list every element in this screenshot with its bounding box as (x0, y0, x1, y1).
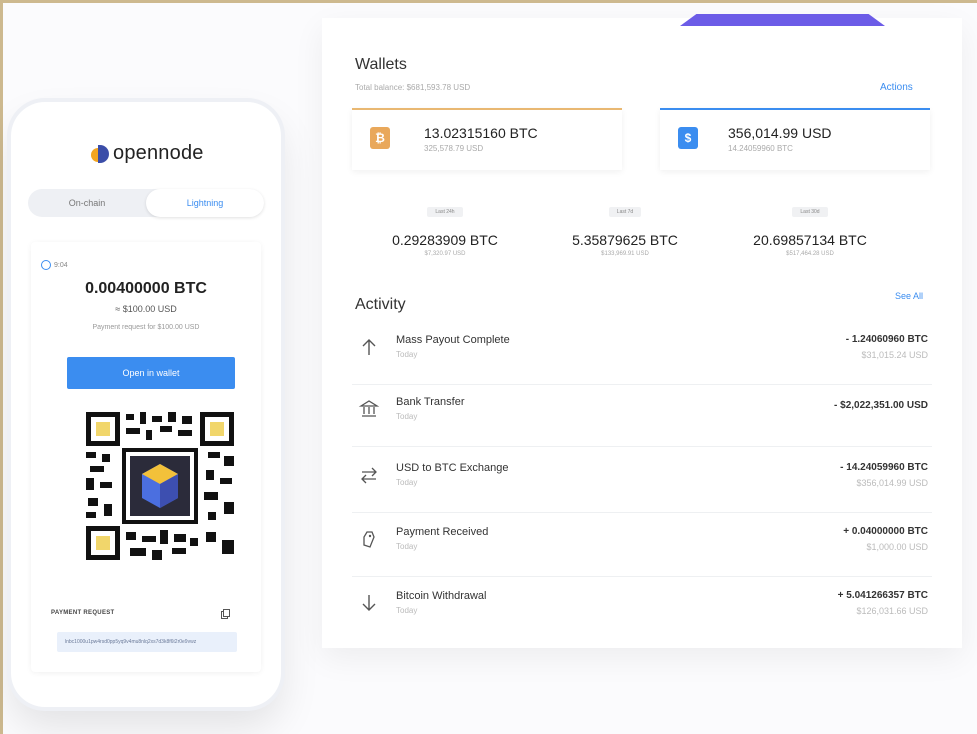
open-in-wallet-button[interactable]: Open in wallet (67, 357, 235, 389)
activity-date: Today (396, 350, 418, 359)
activity-row[interactable]: Mass Payout Complete Today - 1.24060960 … (352, 322, 932, 385)
tab-on-chain[interactable]: On-chain (28, 189, 146, 217)
activity-name: Mass Payout Complete (396, 334, 510, 346)
network-toggle: On-chain Lightning (28, 189, 264, 217)
activity-name: USD to BTC Exchange (396, 462, 509, 474)
stat-value: 20.69857134 BTC (753, 232, 867, 248)
payment-card: 9:04 0.00400000 BTC ≈ $100.00 USD Paymen… (31, 242, 261, 672)
total-balance: Total balance: $681,593.78 USD (355, 83, 471, 92)
activity-title: Activity (355, 296, 406, 313)
bitcoin-icon: ₿ (370, 127, 390, 149)
wallet-sub: 14.24059960 BTC (728, 144, 793, 153)
timer-value: 9:04 (54, 261, 68, 269)
phone-mockup: opennode On-chain Lightning 9:04 0.00400… (11, 102, 281, 707)
exchange-icon (361, 467, 377, 484)
copy-icon[interactable] (221, 609, 230, 619)
stat-sub: $517,464.28 USD (786, 251, 834, 257)
bank-icon (358, 400, 380, 417)
wallet-amount: 13.02315160 BTC (424, 125, 538, 141)
decorative-banner (680, 14, 885, 26)
opennode-logo-icon (91, 144, 109, 163)
wallet-card-usd[interactable]: $ 356,014.99 USD 14.24059960 BTC (660, 108, 930, 170)
activity-row[interactable]: Payment Received Today + 0.04000000 BTC … (352, 514, 932, 577)
stat-period[interactable]: Last 30d (792, 207, 828, 217)
stat-24h: Last 24h 0.29283909 BTC $7,320.97 USD (365, 200, 525, 257)
clock-icon (41, 260, 51, 270)
payment-request-label: PAYMENT REQUEST (51, 610, 115, 616)
stat-period[interactable]: Last 24h (427, 207, 463, 217)
activity-sub: $126,031.66 USD (856, 606, 928, 616)
stat-30d: Last 30d 20.69857134 BTC $517,464.28 USD (730, 200, 890, 257)
tab-lightning[interactable]: Lightning (146, 189, 264, 217)
payment-usd: ≈ $100.00 USD (115, 304, 177, 314)
activity-date: Today (396, 606, 418, 615)
activity-amount: + 5.041266357 BTC (837, 590, 928, 601)
stat-value: 0.29283909 BTC (392, 232, 498, 248)
expiry-timer: 9:04 (41, 260, 68, 270)
activity-amount: + 0.04000000 BTC (843, 526, 928, 537)
tag-icon (363, 531, 375, 548)
dollar-icon: $ (678, 127, 698, 149)
brand-name: opennode (113, 142, 204, 164)
actions-link[interactable]: Actions (880, 82, 913, 93)
payment-note: Payment request for $100.00 USD (92, 324, 200, 331)
wallet-amount: 356,014.99 USD (728, 125, 832, 141)
activity-date: Today (396, 542, 418, 551)
arrow-down-icon (362, 595, 376, 611)
activity-sub: $31,015.24 USD (861, 350, 928, 360)
stat-value: 5.35879625 BTC (572, 232, 678, 248)
stat-sub: $133,969.91 USD (601, 251, 649, 257)
see-all-link[interactable]: See All (895, 291, 923, 301)
activity-amount: - $2,022,351.00 USD (834, 400, 928, 411)
stat-7d: Last 7d 5.35879625 BTC $133,969.91 USD (545, 200, 705, 257)
brand-logo: opennode (91, 142, 204, 165)
activity-amount: - 14.24059960 BTC (840, 462, 928, 473)
qr-code[interactable] (86, 412, 234, 560)
activity-name: Bank Transfer (396, 396, 465, 408)
stat-period[interactable]: Last 7d (608, 207, 642, 217)
activity-sub: $1,000.00 USD (866, 542, 928, 552)
activity-date: Today (396, 412, 418, 421)
payment-request-field[interactable]: lnbc1000u1pw4rsd0pp5yq9v4mu8nlq2xs7d3k8f… (57, 632, 237, 652)
wallets-title: Wallets (355, 56, 407, 73)
activity-row[interactable]: Bitcoin Withdrawal Today + 5.041266357 B… (352, 578, 932, 640)
activity-name: Payment Received (396, 526, 489, 538)
activity-name: Bitcoin Withdrawal (396, 590, 487, 602)
wallet-card-btc[interactable]: ₿ 13.02315160 BTC 325,578.79 USD (352, 108, 622, 170)
stat-sub: $7,320.97 USD (424, 251, 466, 257)
payment-amount: 0.00400000 BTC (85, 280, 207, 297)
activity-sub: $356,014.99 USD (856, 478, 928, 488)
activity-amount: - 1.24060960 BTC (845, 334, 928, 345)
activity-date: Today (396, 478, 418, 487)
activity-row[interactable]: Bank Transfer Today - $2,022,351.00 USD (352, 384, 932, 447)
wallet-sub: 325,578.79 USD (424, 144, 484, 153)
arrow-up-icon (362, 339, 376, 355)
activity-row[interactable]: USD to BTC Exchange Today - 14.24059960 … (352, 450, 932, 513)
